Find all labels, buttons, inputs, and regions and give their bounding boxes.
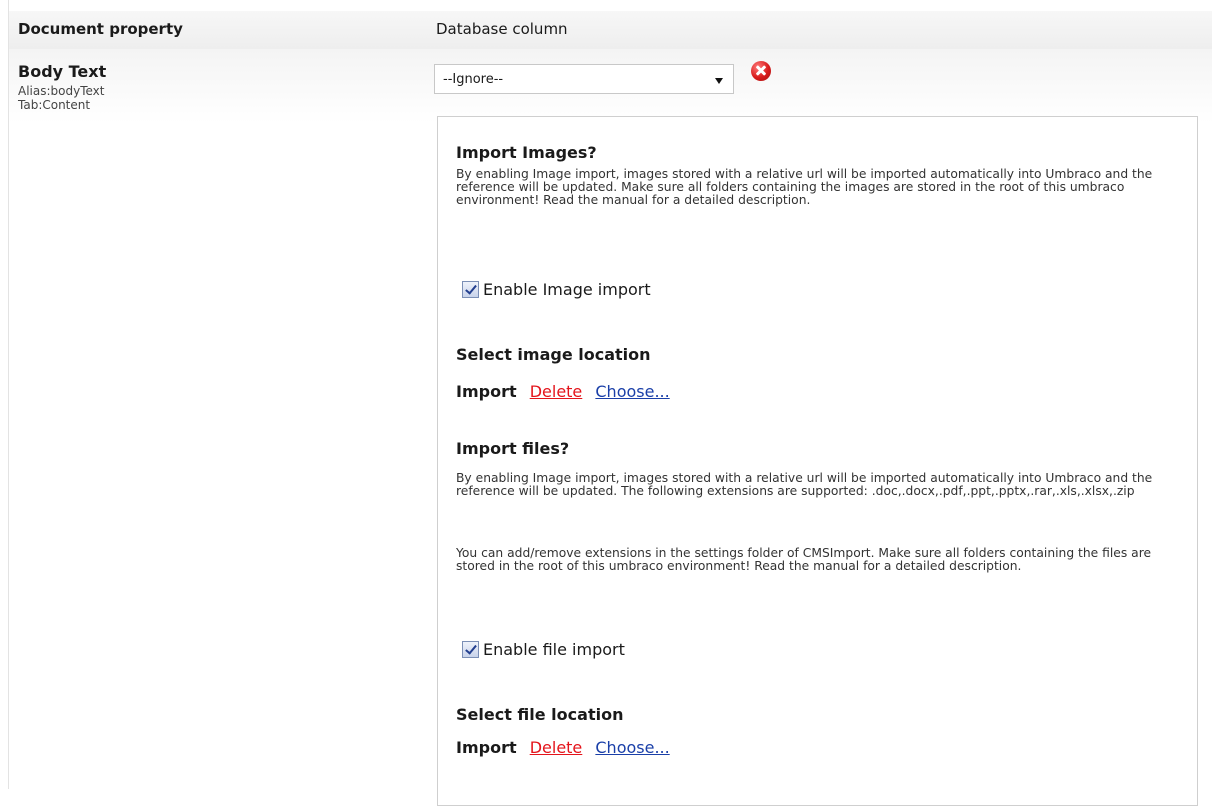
table-header	[9, 11, 1212, 49]
image-location-actions: Import Delete Choose...	[456, 382, 670, 401]
property-tab: Tab:Content	[18, 98, 91, 112]
import-options-panel	[437, 116, 1198, 806]
remove-icon[interactable]	[751, 61, 771, 81]
header-database-column: Database column	[436, 20, 568, 38]
import-files-note: You can add/remove extensions in the set…	[456, 546, 1152, 573]
check-icon	[465, 282, 477, 295]
file-import-label-static: Import	[456, 738, 517, 757]
check-icon	[465, 642, 477, 655]
image-delete-link[interactable]: Delete	[530, 382, 583, 401]
image-choose-link[interactable]: Choose...	[595, 382, 669, 401]
import-images-description: By enabling Image import, images stored …	[456, 167, 1153, 207]
file-choose-link[interactable]: Choose...	[595, 738, 669, 757]
file-import-label[interactable]: Enable file import	[483, 640, 625, 659]
image-import-checkbox[interactable]	[462, 281, 479, 298]
property-alias: Alias:bodyText	[18, 84, 105, 98]
import-files-title: Import files?	[456, 439, 570, 458]
select-file-location-title: Select file location	[456, 705, 624, 724]
header-document-property: Document property	[18, 20, 183, 38]
image-import-label-static: Import	[456, 382, 517, 401]
select-value: --Ignore--	[443, 72, 504, 87]
import-images-title: Import Images?	[456, 143, 597, 162]
file-import-checkbox[interactable]	[462, 641, 479, 658]
property-name: Body Text	[18, 62, 107, 81]
file-delete-link[interactable]: Delete	[530, 738, 583, 757]
file-location-actions: Import Delete Choose...	[456, 738, 670, 757]
select-image-location-title: Select image location	[456, 345, 651, 364]
image-import-label[interactable]: Enable Image import	[483, 280, 651, 299]
import-files-description: By enabling Image import, images stored …	[456, 471, 1153, 498]
database-column-select[interactable]: --Ignore--	[434, 64, 734, 94]
dropdown-arrow-icon	[715, 78, 723, 84]
